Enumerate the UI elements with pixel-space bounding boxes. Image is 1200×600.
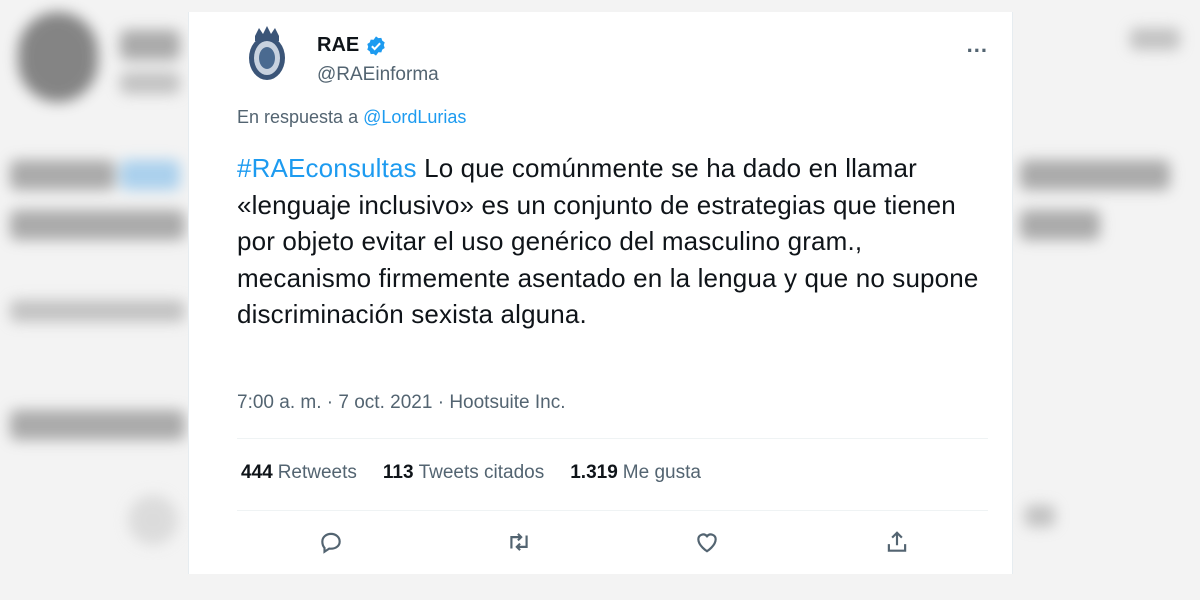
- share-icon[interactable]: [877, 522, 917, 562]
- author-handle[interactable]: @RAEinforma: [317, 64, 439, 86]
- tweet-card: RAE @RAEinforma ... En respuesta a @Lord…: [188, 12, 1013, 574]
- tweet-meta: 7:00 a. m. · 7 oct. 2021 · Hootsuite Inc…: [237, 392, 565, 414]
- tweet-date[interactable]: 7 oct. 2021: [338, 392, 432, 413]
- quotes-stat[interactable]: 113 Tweets citados: [383, 462, 544, 484]
- tweet-time[interactable]: 7:00 a. m.: [237, 392, 322, 413]
- tweet-text: #RAEconsultas Lo que comúnmente se ha da…: [237, 150, 997, 333]
- tweet-header: RAE @RAEinforma ...: [237, 22, 988, 92]
- tweet-actions: [237, 522, 988, 562]
- reply-context: En respuesta a @LordLurias: [237, 107, 466, 128]
- author-name[interactable]: RAE: [317, 34, 359, 57]
- hashtag-link[interactable]: #RAEconsultas: [237, 153, 417, 183]
- retweets-stat[interactable]: 444 Retweets: [241, 462, 357, 484]
- meta-separator: ·: [326, 392, 334, 413]
- author-name-row: RAE: [317, 34, 387, 57]
- divider: [237, 510, 988, 511]
- tweet-stats: 444 Retweets 113 Tweets citados 1.319 Me gu…: [241, 462, 701, 484]
- verified-icon: [367, 35, 385, 56]
- retweet-icon[interactable]: [499, 522, 539, 562]
- divider: [237, 438, 988, 439]
- reply-prefix: En respuesta a: [237, 107, 359, 127]
- like-icon[interactable]: [687, 522, 727, 562]
- tweet-source[interactable]: Hootsuite Inc.: [449, 392, 565, 413]
- likes-stat[interactable]: 1.319 Me gusta: [570, 462, 701, 484]
- rae-emblem-icon[interactable]: [237, 22, 297, 86]
- reply-icon[interactable]: [311, 522, 351, 562]
- reply-handle-link[interactable]: @LordLurias: [363, 107, 466, 127]
- more-icon[interactable]: ...: [967, 32, 988, 58]
- meta-separator: ·: [437, 392, 445, 413]
